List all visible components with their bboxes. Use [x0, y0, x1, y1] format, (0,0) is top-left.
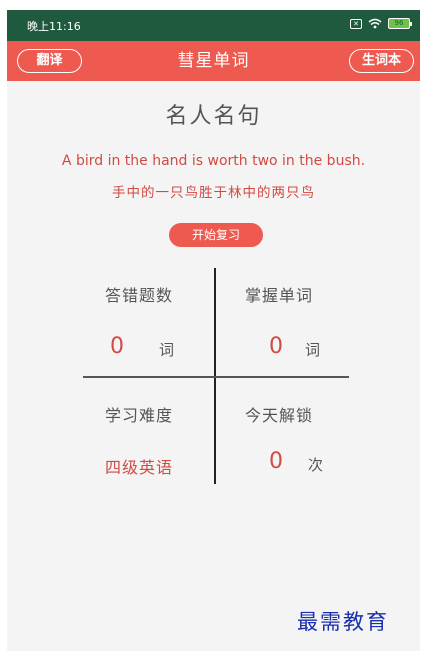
- difficulty-value[interactable]: 四级英语: [105, 454, 173, 478]
- wrong-count-label: 答错题数: [105, 286, 174, 305]
- status-icons: ✕ 96: [350, 18, 412, 29]
- start-review-button[interactable]: 开始复习: [169, 223, 263, 247]
- unlock-today-value: 0: [269, 449, 283, 474]
- unlock-today-unit: 次: [308, 456, 324, 474]
- unlock-today-label: 今天解锁: [245, 406, 314, 425]
- battery-icon: 96: [388, 18, 412, 29]
- vocabulary-book-button[interactable]: 生词本: [349, 49, 414, 73]
- grid-divider-horizontal: [83, 376, 349, 378]
- phone-screen: 晚上11:16 ✕ 96 翻译 彗星单词 生词本 名人名句 A bird in …: [7, 10, 420, 651]
- status-bar: 晚上11:16 ✕ 96: [7, 10, 420, 41]
- mastered-words-value: 0: [269, 334, 283, 359]
- app-bar: 翻译 彗星单词 生词本: [7, 41, 420, 81]
- wrong-count-unit: 词: [159, 341, 175, 359]
- status-time: 晚上11:16: [27, 20, 81, 33]
- quote-chinese: 手中的一只鸟胜于林中的两只鸟: [112, 185, 315, 201]
- mastered-words-label: 掌握单词: [245, 286, 314, 305]
- stats-grid: 答错题数 0 词 掌握单词 0 词 学习难度 四级英语 今天解锁 0 次: [7, 268, 420, 488]
- quote-heading: 名人名句: [165, 104, 262, 129]
- mastered-words-unit: 词: [305, 341, 321, 359]
- watermark: 最需教育: [297, 610, 389, 634]
- difficulty-label: 学习难度: [105, 406, 174, 425]
- wifi-icon: [368, 18, 382, 29]
- quote-english: A bird in the hand is worth two in the b…: [61, 153, 366, 169]
- sim-x-icon: ✕: [350, 18, 362, 29]
- wrong-count-value: 0: [110, 334, 124, 359]
